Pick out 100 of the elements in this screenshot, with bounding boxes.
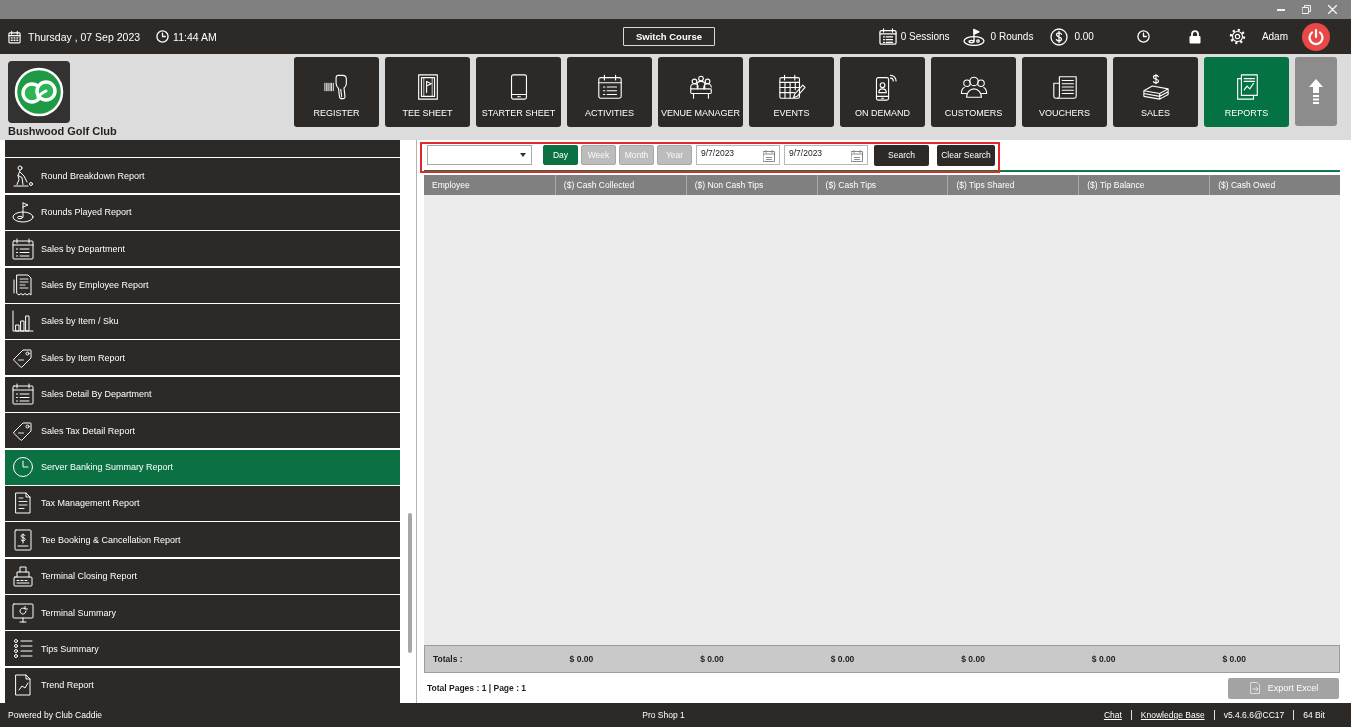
nav-button[interactable]: CUSTOMERS (931, 57, 1016, 127)
total-cell-text: $ 0.00 (1090, 653, 1117, 666)
column-header: ($) Tip Balance (1078, 174, 1210, 195)
restore-icon[interactable] (1302, 5, 1311, 14)
receipt-icon (12, 274, 34, 297)
time-text: 11:44 AM (173, 30, 217, 43)
tax-document-icon (12, 492, 34, 515)
sidebar-item[interactable]: Sales Tax Detail Report (5, 413, 400, 449)
newspaper-icon (1050, 73, 1079, 101)
nav-button[interactable]: SALES (1113, 57, 1198, 127)
lock-icon[interactable] (1188, 29, 1201, 44)
balance-amount: 0.00 (1074, 31, 1094, 42)
nav-button[interactable]: VENUE MANAGER (658, 57, 743, 127)
minimize-icon[interactable] (1277, 8, 1285, 11)
calendar-icon (595, 73, 624, 101)
total-cell-text: $ 0.00 (699, 653, 725, 666)
clock-icon[interactable] (1136, 30, 1150, 43)
date-field[interactable]: 9/7/2023 (784, 145, 868, 165)
list-icon (12, 637, 34, 660)
calendar-icon[interactable] (763, 150, 775, 162)
sidebar-item[interactable]: Sales by Item Report (5, 340, 400, 376)
nav-button[interactable]: VOUCHERS (1022, 57, 1107, 127)
document-arrow-icon (1248, 682, 1261, 694)
architecture-text: 64 Bit (1303, 710, 1325, 720)
total-cell-text: $ 0.00 (1221, 653, 1248, 666)
sidebar-item[interactable]: Round Breakdown Report (5, 158, 400, 194)
close-icon[interactable] (1328, 5, 1337, 14)
calendar-list-icon (12, 237, 34, 260)
user-name: Adam (1261, 31, 1288, 42)
total-cell-text: $ 0.00 (568, 653, 595, 666)
clock-icon (156, 30, 170, 43)
calendar-list-icon (878, 28, 897, 45)
tag-icon (12, 346, 34, 369)
nav-button[interactable]: REGISTER (294, 57, 379, 127)
dollar-circle-icon (1050, 27, 1069, 46)
sidebar-item[interactable]: Tips Summary (5, 631, 400, 667)
sidebar-item[interactable]: Terminal Closing Report (5, 558, 400, 594)
switch-course-button[interactable]: Switch Course (623, 27, 715, 46)
pagination-text: Total Pages : 1 | Page : 1 (427, 683, 527, 693)
knowledge-base-link[interactable]: Knowledge Base (1140, 710, 1205, 720)
location-text: Pro Shop 1 (642, 710, 686, 720)
nav-button[interactable]: ON DEMAND (840, 57, 925, 127)
settings-icon[interactable] (1228, 28, 1246, 45)
powered-by-text: Powered by Club Caddie (8, 710, 104, 720)
money-stack-icon (1141, 73, 1170, 101)
column-header: ($) Tips Shared (947, 174, 1079, 195)
date-text: Thursday , 07 Sep 2023 (28, 30, 141, 43)
logo-icon (8, 61, 70, 123)
sidebar-item[interactable]: Tax Management Report (5, 485, 400, 521)
club-name: Bushwood Golf Club (8, 125, 118, 137)
bar-chart-icon (12, 310, 34, 333)
column-header: Employee (431, 178, 471, 192)
monitor-icon (12, 601, 34, 624)
power-icon[interactable] (1302, 22, 1330, 51)
nav-button[interactable]: ACTIVITIES (567, 57, 652, 127)
cash-register-icon (12, 565, 34, 588)
clear-search-button[interactable]: Clear Search (937, 144, 995, 166)
calendar-list-icon (12, 383, 34, 406)
golf-flag-icon (12, 201, 34, 224)
up-arrow-icon (1309, 78, 1323, 105)
calendar-icon[interactable] (851, 150, 863, 162)
scrollbar-thumb[interactable] (408, 513, 412, 653)
version-text: v5.4.6.6@CC17 (1223, 710, 1285, 720)
scroll-up-button[interactable] (1295, 57, 1337, 126)
calendar-icon (8, 29, 21, 44)
calendar-pencil-icon (777, 73, 806, 101)
nav-button[interactable]: REPORTS (1204, 57, 1289, 127)
dollar-document-icon (12, 528, 34, 551)
report-dropdown[interactable] (427, 145, 532, 165)
sidebar-item[interactable]: Rounds Played Report (5, 194, 400, 230)
nav-button[interactable]: EVENTS (749, 57, 834, 127)
totals-label: Totals : (432, 653, 464, 666)
sidebar-item[interactable]: Sales by Item / Sku (5, 303, 400, 339)
column-header: ($) Cash Owed (1209, 174, 1340, 195)
column-header: ($) Cash Tips (816, 174, 948, 195)
sidebar-item[interactable]: Trend Report (5, 667, 400, 703)
column-header: ($) Cash Collected (554, 174, 686, 195)
total-cell-text: $ 0.00 (960, 653, 986, 666)
sidebar-item[interactable]: Server Banking Summary Report (5, 449, 400, 485)
search-button[interactable]: Search (874, 144, 929, 166)
golf-flag-icon (962, 27, 985, 46)
rounds-count: 0 Rounds (990, 31, 1034, 42)
clock-icon (12, 456, 34, 478)
date-field[interactable]: 9/7/2023 (696, 145, 780, 165)
period-button[interactable]: Day (543, 145, 578, 165)
nav-button[interactable]: STARTER SHEET (476, 57, 561, 127)
tag-icon (12, 419, 34, 442)
chat-link[interactable]: Chat (1103, 710, 1122, 720)
sessions-count: 0 Sessions (900, 31, 950, 42)
sidebar-item[interactable]: Terminal Summary (5, 595, 400, 631)
column-header: ($) Non Cash Tips (685, 174, 817, 195)
chart-document-icon (12, 674, 34, 697)
sidebar-item[interactable]: Sales by Department (5, 231, 400, 267)
sidebar-item[interactable]: Sales By Employee Report (5, 267, 400, 303)
sidebar-item[interactable]: Sales Detail By Department (5, 376, 400, 412)
golfer-icon (12, 164, 34, 187)
sidebar-item[interactable]: Tee Booking & Cancellation Report (5, 522, 400, 558)
total-cell-text: $ 0.00 (829, 653, 856, 666)
caret-icon (520, 153, 526, 157)
nav-button[interactable]: TEE SHEET (385, 57, 470, 127)
